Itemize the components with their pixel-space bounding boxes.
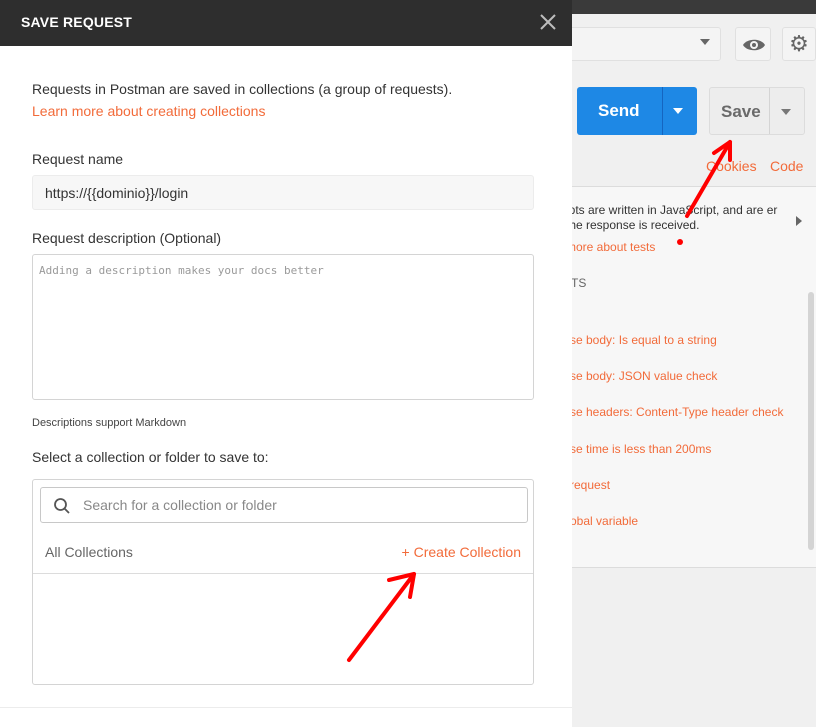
modal-title: SAVE REQUEST	[21, 14, 133, 30]
environment-quick-look-button[interactable]	[735, 27, 771, 61]
collection-search-input[interactable]	[83, 488, 523, 522]
top-bar	[572, 0, 816, 14]
chevron-down-icon	[700, 39, 710, 45]
collection-picker: All Collections + Create Collection	[32, 479, 534, 685]
all-collections-label: All Collections	[45, 544, 133, 560]
send-button-divider	[662, 87, 663, 135]
save-dropdown-caret-icon[interactable]	[781, 109, 791, 115]
modal-footer-divider	[0, 707, 572, 708]
intro-text: Requests in Postman are saved in collect…	[32, 81, 453, 97]
snippets-scrollbar[interactable]	[808, 292, 814, 550]
save-button[interactable]: Save	[709, 87, 805, 135]
close-icon[interactable]	[536, 10, 560, 34]
request-description-label: Request description (Optional)	[32, 230, 222, 246]
learn-more-collections-link[interactable]: Learn more about creating collections	[32, 103, 265, 119]
collection-search[interactable]	[40, 487, 528, 523]
panel-collapse-icon[interactable]	[796, 216, 802, 226]
send-dropdown-caret-icon[interactable]	[673, 108, 683, 114]
code-link[interactable]: Code	[770, 158, 803, 174]
cookies-link[interactable]: Cookies	[706, 158, 757, 174]
save-button-label: Save	[721, 102, 761, 121]
gear-icon: ⚙	[789, 31, 809, 56]
snippet-item[interactable]: se headers: Content-Type header check	[570, 405, 783, 419]
request-name-label: Request name	[32, 151, 124, 167]
snippet-item[interactable]: obal variable	[570, 514, 638, 528]
send-button[interactable]: Send	[577, 87, 697, 135]
collections-header: All Collections + Create Collection	[33, 532, 533, 574]
snippet-item[interactable]: se body: JSON value check	[570, 369, 717, 383]
modal-header: SAVE REQUEST	[0, 0, 572, 46]
create-collection-button[interactable]: + Create Collection	[402, 544, 521, 560]
tests-description: ipts are written in JavaScript, and are …	[566, 203, 778, 232]
eye-icon	[743, 39, 765, 51]
search-icon	[54, 498, 70, 514]
save-request-modal: SAVE REQUEST Requests in Postman are sav…	[0, 0, 572, 727]
tests-learn-link[interactable]: more about tests	[566, 240, 655, 254]
settings-button[interactable]: ⚙	[782, 27, 816, 61]
environment-select[interactable]	[560, 27, 721, 61]
request-name-input[interactable]	[32, 175, 534, 210]
snippet-item[interactable]: se time is less than 200ms	[570, 442, 711, 456]
markdown-note: Descriptions support Markdown	[32, 417, 187, 429]
snippet-item[interactable]: request	[570, 478, 610, 492]
select-collection-label: Select a collection or folder to save to…	[32, 449, 269, 465]
request-description-textarea[interactable]	[32, 254, 534, 400]
save-button-divider	[769, 88, 770, 134]
snippets-heading: TS	[571, 276, 587, 290]
snippet-item[interactable]: se body: Is equal to a string	[570, 333, 717, 347]
send-button-label: Send	[598, 101, 640, 120]
